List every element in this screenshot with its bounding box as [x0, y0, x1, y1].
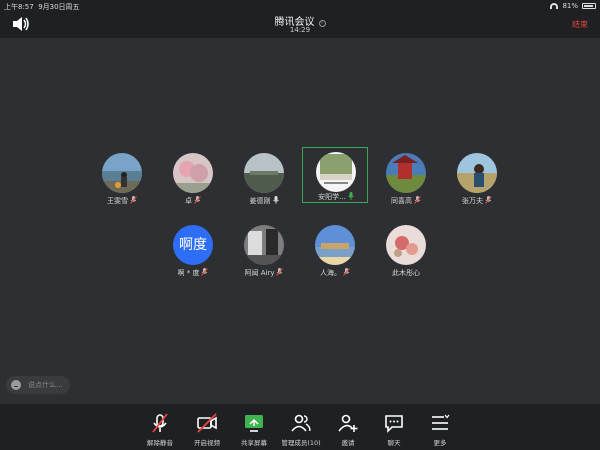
participant-tile[interactable]: 王雯雪: [89, 153, 155, 209]
participant-tile[interactable]: 同喜高: [373, 153, 439, 209]
mic-on-icon: [272, 196, 279, 204]
battery-icon: [582, 3, 596, 9]
menu-icon: [432, 414, 450, 430]
participant-avatar: [244, 153, 284, 193]
meeting-duration: 14:29: [289, 26, 311, 34]
status-right: 81%: [550, 2, 596, 10]
participant-name: 王雯雪: [89, 196, 155, 206]
participant-name-text: 同喜高: [391, 197, 412, 205]
end-meeting-button[interactable]: 结束: [572, 19, 588, 30]
participant-name: 安阳学...: [303, 192, 369, 202]
add-user-icon: [338, 414, 358, 432]
mic-muted-icon: [152, 413, 168, 433]
status-bar: 上午8:57 9月30日周五 81%: [0, 0, 600, 12]
participant-avatar: [173, 153, 213, 193]
participant-tile[interactable]: 啊度 啊 * 度: [160, 225, 226, 281]
participant-name: 张万夫: [444, 196, 510, 206]
participant-name: 同喜高: [373, 196, 439, 206]
wifi-icon: [550, 3, 559, 9]
participant-avatar: [315, 225, 355, 265]
participant-name: 此木彤心: [373, 268, 439, 278]
participant-name-text: 卓: [185, 197, 192, 205]
participant-avatar: [244, 225, 284, 265]
participant-tile[interactable]: 张万夫: [444, 153, 510, 209]
mic-muted-icon: [485, 196, 492, 204]
participant-name-text: 张万夫: [462, 197, 483, 205]
participant-tile-active[interactable]: 安阳学...: [302, 147, 368, 203]
participant-avatar: [457, 153, 497, 193]
participant-tile[interactable]: 姜德刚: [231, 153, 297, 209]
emoji-icon[interactable]: [11, 380, 21, 390]
participant-name-text: 姜德刚: [249, 197, 271, 205]
meeting-header: 腾讯会议 i 14:29 结束: [0, 12, 600, 38]
mic-muted-icon: [276, 268, 284, 276]
participant-name-text: 阿闻 Airy: [244, 269, 275, 277]
chat-input[interactable]: 说点什么...: [6, 376, 70, 394]
mic-muted-icon: [194, 196, 201, 204]
participant-name: 卓: [160, 196, 226, 206]
mic-muted-icon: [130, 196, 137, 204]
participant-avatar: [102, 153, 142, 193]
battery-percent: 81%: [562, 2, 578, 10]
more-label: 更多: [433, 439, 447, 447]
members-icon: [291, 414, 311, 432]
participant-name-text: 安阳学...: [318, 193, 346, 201]
status-time-date: 上午8:57 9月30日周五: [4, 2, 80, 12]
participant-name: 人海。: [302, 268, 368, 278]
participant-name: 啊 * 度: [160, 268, 226, 278]
participant-name-text: 此木彤心: [392, 269, 420, 277]
chat-placeholder: 说点什么...: [28, 381, 63, 389]
participant-tile[interactable]: 阿闻 Airy: [231, 225, 297, 281]
mic-muted-icon: [201, 268, 209, 276]
bottom-toolbar: 解除静音 开启视频 共享屏幕 管理成员(10) 邀请 聊天 更多: [0, 404, 600, 450]
mic-muted-icon: [414, 196, 421, 204]
participant-name-text: 王雯雪: [107, 197, 128, 205]
status-time: 上午8:57: [4, 3, 34, 11]
chat-bubble-icon: [385, 415, 403, 433]
mic-speaking-icon: [348, 192, 354, 200]
share-screen-icon: [245, 415, 263, 432]
participant-avatar: [386, 225, 426, 265]
participant-avatar-text: 啊度: [173, 225, 213, 265]
participant-tile[interactable]: 人海。: [302, 225, 368, 281]
participant-avatar: [316, 152, 356, 192]
participant-avatar: [386, 153, 426, 193]
participant-name: 阿闻 Airy: [231, 268, 297, 278]
participant-name-text: 啊 * 度: [177, 269, 200, 277]
mic-muted-icon: [343, 268, 350, 276]
status-date: 9月30日周五: [38, 3, 80, 11]
more-button[interactable]: 更多: [410, 412, 470, 447]
participant-name: 姜德刚: [231, 196, 297, 206]
participant-tile[interactable]: 此木彤心: [373, 225, 439, 281]
meeting-screen: 上午8:57 9月30日周五 81% 腾讯会议 i 14:29 结束 王雯雪 卓…: [0, 0, 600, 450]
participant-tile[interactable]: 卓: [160, 153, 226, 209]
video-off-icon: [197, 413, 217, 433]
participant-name-text: 人海。: [320, 269, 341, 277]
